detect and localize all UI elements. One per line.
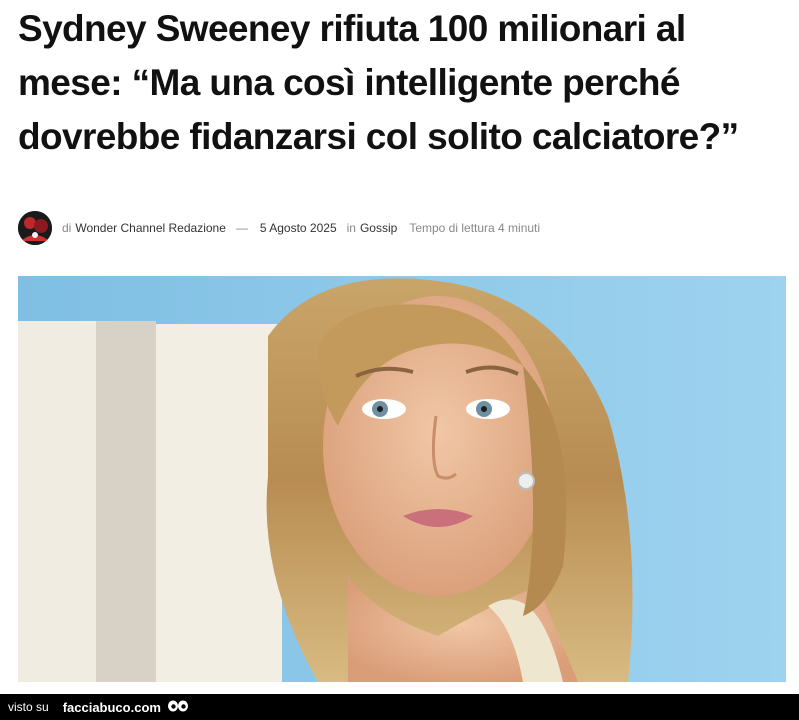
category-link[interactable]: Gossip <box>360 221 397 235</box>
author-link[interactable]: Wonder Channel Redazione <box>75 221 226 235</box>
category-prefix: in <box>346 221 356 235</box>
byline-prefix: di <box>62 221 72 235</box>
hero-image <box>18 276 786 682</box>
read-time: Tempo di lettura 4 minuti <box>409 221 541 235</box>
footer-watermark-bar: visto su facciabuco.com <box>0 694 799 720</box>
eyes-icon <box>167 700 189 714</box>
publish-date: 5 Agosto 2025 <box>259 221 337 235</box>
article-byline: di Wonder Channel Redazione — 5 Agosto 2… <box>18 210 778 246</box>
avatar-image-icon <box>18 211 52 245</box>
byline-separator: — <box>235 221 248 235</box>
author-avatar[interactable] <box>18 211 52 245</box>
portrait-photo-icon <box>18 276 786 682</box>
site-brand[interactable]: facciabuco.com <box>63 700 161 715</box>
visto-su-label: visto su <box>8 700 49 714</box>
article-headline: Sydney Sweeney rifiuta 100 milionari al … <box>18 8 739 157</box>
